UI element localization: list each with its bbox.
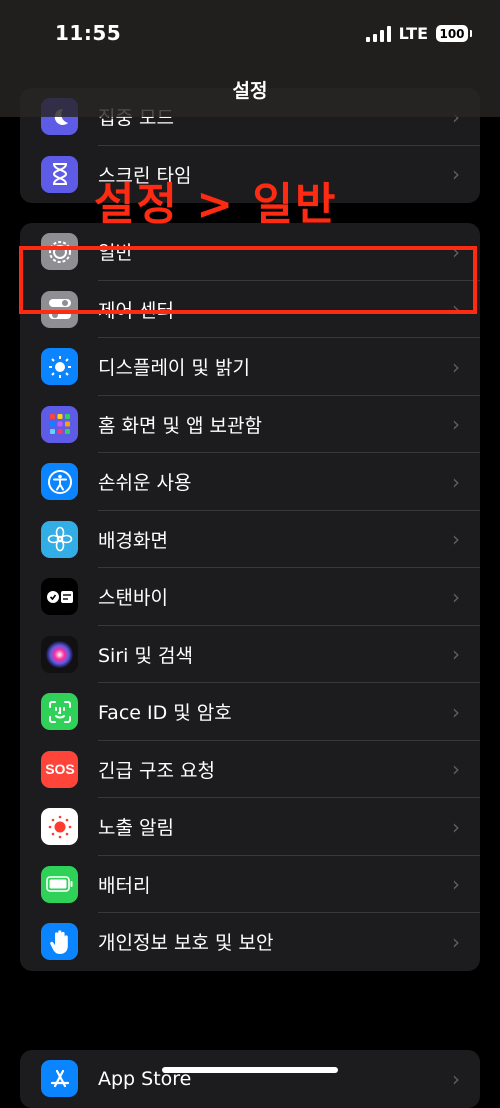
status-bar: 11:55 LTE 100	[0, 0, 500, 70]
exposure-icon	[41, 808, 78, 846]
chevron-right-icon: ›	[452, 527, 460, 552]
chevron-right-icon: ›	[452, 757, 460, 782]
status-indicators: LTE 100	[365, 24, 472, 43]
home-indicator[interactable]	[162, 1067, 338, 1073]
settings-row-face-id[interactable]: Face ID 및 암호 ›	[20, 683, 480, 741]
chevron-right-icon: ›	[452, 642, 460, 667]
settings-row-privacy[interactable]: 개인정보 보호 및 보안 ›	[20, 913, 480, 971]
chevron-right-icon: ›	[452, 354, 460, 379]
settings-row-label: 배터리	[98, 874, 151, 897]
settings-row-wallpaper[interactable]: 배경화면 ›	[20, 511, 480, 568]
network-type: LTE	[398, 24, 428, 43]
svg-text:SOS: SOS	[45, 761, 75, 777]
standby-icon	[41, 578, 78, 616]
battery-indicator: 100	[436, 25, 472, 42]
settings-row-exposure[interactable]: 노출 알림 ›	[20, 798, 480, 856]
sos-icon: SOS	[41, 750, 78, 788]
status-time: 11:55	[55, 21, 122, 45]
settings-row-label: 개인정보 보호 및 보안	[98, 932, 274, 955]
battery-icon	[41, 865, 78, 903]
settings-row-label: 디스플레이 및 밝기	[98, 357, 250, 380]
annotation-highlight-box	[19, 246, 477, 314]
settings-row-standby[interactable]: 스탠바이 ›	[20, 568, 480, 626]
settings-row-emergency-sos[interactable]: SOS 긴급 구조 요청 ›	[20, 741, 480, 798]
app-store-icon	[41, 1060, 78, 1098]
settings-row-label: 스탠바이	[98, 587, 168, 610]
settings-row-label: 배경화면	[98, 529, 168, 552]
chevron-right-icon: ›	[452, 584, 460, 609]
chevron-right-icon: ›	[452, 1066, 460, 1091]
flower-icon	[41, 520, 78, 558]
settings-group-main: 일반 › 제어 센터 › 디스플레이 및 밝기 › 홈 화면 및 앱 보관함 ›	[20, 223, 480, 971]
chevron-right-icon: ›	[452, 814, 460, 839]
face-id-icon	[41, 693, 78, 731]
chevron-right-icon: ›	[452, 929, 460, 954]
battery-level: 100	[439, 26, 465, 41]
chevron-right-icon: ›	[452, 162, 460, 187]
annotation-caption: 설정 > 일반	[94, 179, 338, 230]
hand-icon	[41, 923, 78, 961]
chevron-right-icon: ›	[452, 469, 460, 494]
siri-icon	[41, 635, 78, 673]
settings-row-accessibility[interactable]: 손쉬운 사용 ›	[20, 453, 480, 511]
cellular-signal-icon	[365, 25, 391, 42]
accessibility-icon	[41, 463, 78, 501]
settings-row-display[interactable]: 디스플레이 및 밝기 ›	[20, 338, 480, 396]
settings-row-home-screen[interactable]: 홈 화면 및 앱 보관함 ›	[20, 396, 480, 453]
settings-group-store: App Store ›	[20, 1050, 480, 1108]
settings-row-label: 긴급 구조 요청	[98, 759, 215, 782]
sun-icon	[41, 348, 78, 386]
chevron-right-icon: ›	[452, 412, 460, 437]
settings-row-battery[interactable]: 배터리 ›	[20, 856, 480, 913]
settings-row-label: 홈 화면 및 앱 보관함	[98, 414, 262, 437]
settings-row-label: 손쉬운 사용	[98, 472, 192, 495]
chevron-right-icon: ›	[452, 699, 460, 724]
settings-row-label: 노출 알림	[98, 817, 174, 840]
app-grid-icon	[41, 405, 78, 443]
settings-row-label: Siri 및 검색	[98, 644, 193, 667]
settings-row-label: Face ID 및 암호	[98, 702, 232, 725]
chevron-right-icon: ›	[452, 872, 460, 897]
page-title: 설정	[232, 80, 268, 102]
settings-row-app-store[interactable]: App Store ›	[20, 1050, 480, 1108]
hourglass-icon	[41, 155, 78, 193]
settings-row-siri[interactable]: Siri 및 검색 ›	[20, 626, 480, 683]
